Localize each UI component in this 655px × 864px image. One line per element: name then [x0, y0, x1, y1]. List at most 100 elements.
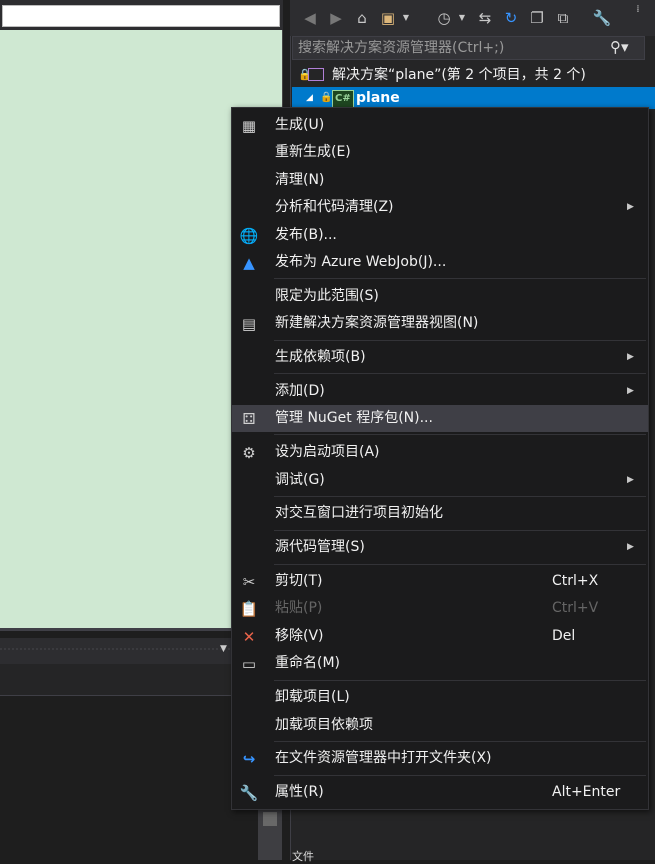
menu-separator — [274, 530, 646, 531]
menu-separator — [274, 434, 646, 435]
back-icon[interactable]: ◀ — [300, 8, 320, 28]
azure-icon: ▲ — [243, 254, 255, 272]
menu-separator — [274, 278, 646, 279]
home-icon[interactable]: ⌂ — [352, 8, 372, 28]
menu-item-cut[interactable]: ✂ 剪切(T) Ctrl+X — [232, 568, 648, 595]
shortcut-label: Del — [552, 628, 576, 644]
menu-item-publish[interactable]: 🌐 发布(B)... — [232, 222, 648, 249]
solution-explorer-bottom-text: 文件 — [292, 850, 314, 863]
menu-label: 添加(D) — [275, 383, 325, 399]
submenu-arrow-icon: ▶ — [627, 352, 634, 362]
menu-item-rename[interactable]: ▭ 重命名(M) — [232, 650, 648, 677]
chevron-down-icon[interactable]: ▼ — [452, 8, 472, 28]
menu-separator — [274, 340, 646, 341]
menu-item-open-explorer[interactable]: ↪ 在文件资源管理器中打开文件夹(X) — [232, 745, 648, 772]
menu-item-rebuild[interactable]: 重新生成(E) — [232, 139, 648, 166]
menu-label: 发布(B)... — [275, 227, 337, 243]
project-label: plane — [356, 90, 400, 106]
wrench-icon: 🔧 — [239, 784, 259, 802]
menu-item-publish-azure[interactable]: ▲ 发布为 Azure WebJob(J)... — [232, 249, 648, 276]
menu-label: 重命名(M) — [275, 655, 341, 671]
refresh-icon[interactable]: ↻ — [501, 8, 521, 28]
menu-label: 分析和代码清理(Z) — [275, 199, 394, 215]
submenu-arrow-icon: ▶ — [627, 202, 634, 212]
menu-item-remove[interactable]: ✕ 移除(V) Del — [232, 623, 648, 650]
switch-views-icon[interactable]: ▣ — [378, 8, 398, 28]
solution-icon — [308, 68, 324, 81]
forward-icon[interactable]: ▶ — [326, 8, 346, 28]
shortcut-label: Ctrl+V — [552, 600, 599, 616]
shortcut-label: Alt+Enter — [552, 784, 621, 800]
menu-label: 限定为此范围(S) — [275, 288, 379, 304]
close-icon: ✕ — [242, 628, 256, 646]
menu-item-set-startup[interactable]: ⚙ 设为启动项目(A) — [232, 439, 648, 466]
menu-label: 卸载项目(L) — [275, 689, 350, 705]
overflow-icon[interactable]: ⁞ — [628, 0, 648, 20]
submenu-arrow-icon: ▶ — [627, 386, 634, 396]
menu-label: 剪切(T) — [275, 573, 323, 589]
properties-wrench-icon[interactable]: 🔧 — [592, 8, 612, 28]
menu-separator — [274, 564, 646, 565]
menu-label: 对交互窗口进行项目初始化 — [275, 505, 443, 521]
menu-label: 加载项目依赖项 — [275, 717, 373, 733]
new-view-icon: ▤ — [241, 315, 257, 333]
menu-item-paste[interactable]: 📋 粘贴(P) Ctrl+V — [232, 595, 648, 622]
menu-separator — [274, 496, 646, 497]
paste-icon: 📋 — [239, 600, 259, 618]
search-icon[interactable]: ⚲▾ — [610, 38, 630, 58]
globe-icon: 🌐 — [239, 227, 259, 245]
menu-label: 移除(V) — [275, 628, 324, 644]
submenu-arrow-icon: ▶ — [627, 542, 634, 552]
tree-item-project[interactable]: ◢ 🔒 C# plane — [292, 87, 655, 109]
pending-changes-icon[interactable]: ◷ — [434, 8, 454, 28]
solution-explorer-toolbar: ◀ ▶ ⌂ ▣ ▼ ◷ ▼ ⇆ ↻ ❐ ⧉ 🔧 ⁞ — [290, 0, 655, 36]
search-input[interactable]: 搜索解决方案资源管理器(Ctrl+;) — [292, 36, 645, 60]
gear-icon: ⚙ — [242, 444, 256, 462]
menu-item-scope[interactable]: 限定为此范围(S) — [232, 283, 648, 310]
menu-item-init-interactive[interactable]: 对交互窗口进行项目初始化 — [232, 500, 648, 527]
scissors-icon: ✂ — [242, 573, 256, 591]
menu-label: 重新生成(E) — [275, 144, 351, 160]
csharp-project-icon: C# — [332, 90, 354, 108]
show-all-files-icon[interactable]: ⧉ — [553, 8, 573, 28]
solution-label: 解决方案“plane”(第 2 个项目，共 2 个) — [332, 67, 586, 83]
menu-item-debug[interactable]: 调试(G) ▶ — [232, 467, 648, 494]
lock-icon: 🔒 — [320, 92, 333, 103]
redo-arrow-icon: ↪ — [242, 750, 256, 768]
rename-icon: ▭ — [241, 655, 257, 673]
sync-icon[interactable]: ⇆ — [475, 8, 495, 28]
menu-item-load-deps[interactable]: 加载项目依赖项 — [232, 712, 648, 739]
menu-item-clean[interactable]: 清理(N) — [232, 167, 648, 194]
menu-label: 源代码管理(S) — [275, 539, 365, 555]
chevron-down-icon[interactable]: ▼ — [396, 8, 416, 28]
nuget-package-icon: ⚃ — [242, 410, 256, 428]
menu-item-build-deps[interactable]: 生成依赖项(B) ▶ — [232, 344, 648, 371]
scrollbar-thumb[interactable] — [263, 812, 277, 826]
menu-separator — [274, 373, 646, 374]
menu-label: 粘贴(P) — [275, 600, 323, 616]
menu-separator — [274, 741, 646, 742]
menu-item-build[interactable]: ▦ 生成(U) — [232, 112, 648, 139]
dropdown-arrow-icon[interactable]: ▼ — [220, 644, 227, 654]
menu-label: 生成依赖项(B) — [275, 349, 366, 365]
menu-label: 清理(N) — [275, 172, 325, 188]
menu-item-add[interactable]: 添加(D) ▶ — [232, 378, 648, 405]
menu-label: 新建解决方案资源管理器视图(N) — [275, 315, 479, 331]
submenu-arrow-icon: ▶ — [627, 475, 634, 485]
menu-separator — [274, 775, 646, 776]
menu-item-new-view[interactable]: ▤ 新建解决方案资源管理器视图(N) — [232, 310, 648, 337]
menu-item-manage-nuget[interactable]: ⚃ 管理 NuGet 程序包(N)... — [232, 405, 648, 432]
collapse-all-icon[interactable]: ❐ — [527, 8, 547, 28]
expand-arrow-icon[interactable]: ◢ — [306, 87, 313, 109]
menu-item-properties[interactable]: 🔧 属性(R) Alt+Enter — [232, 779, 648, 806]
menu-label: 设为启动项目(A) — [275, 444, 380, 460]
shortcut-label: Ctrl+X — [552, 573, 599, 589]
tree-item-solution[interactable]: 🔒 解决方案“plane”(第 2 个项目，共 2 个) — [292, 64, 655, 86]
editor-input[interactable] — [2, 5, 280, 27]
menu-label: 在文件资源管理器中打开文件夹(X) — [275, 750, 492, 766]
menu-item-unload[interactable]: 卸载项目(L) — [232, 684, 648, 711]
menu-item-source-control[interactable]: 源代码管理(S) ▶ — [232, 534, 648, 561]
menu-item-analyze[interactable]: 分析和代码清理(Z) ▶ — [232, 194, 648, 221]
menu-label: 发布为 Azure WebJob(J)... — [275, 254, 447, 270]
menu-label: 管理 NuGet 程序包(N)... — [275, 410, 433, 426]
